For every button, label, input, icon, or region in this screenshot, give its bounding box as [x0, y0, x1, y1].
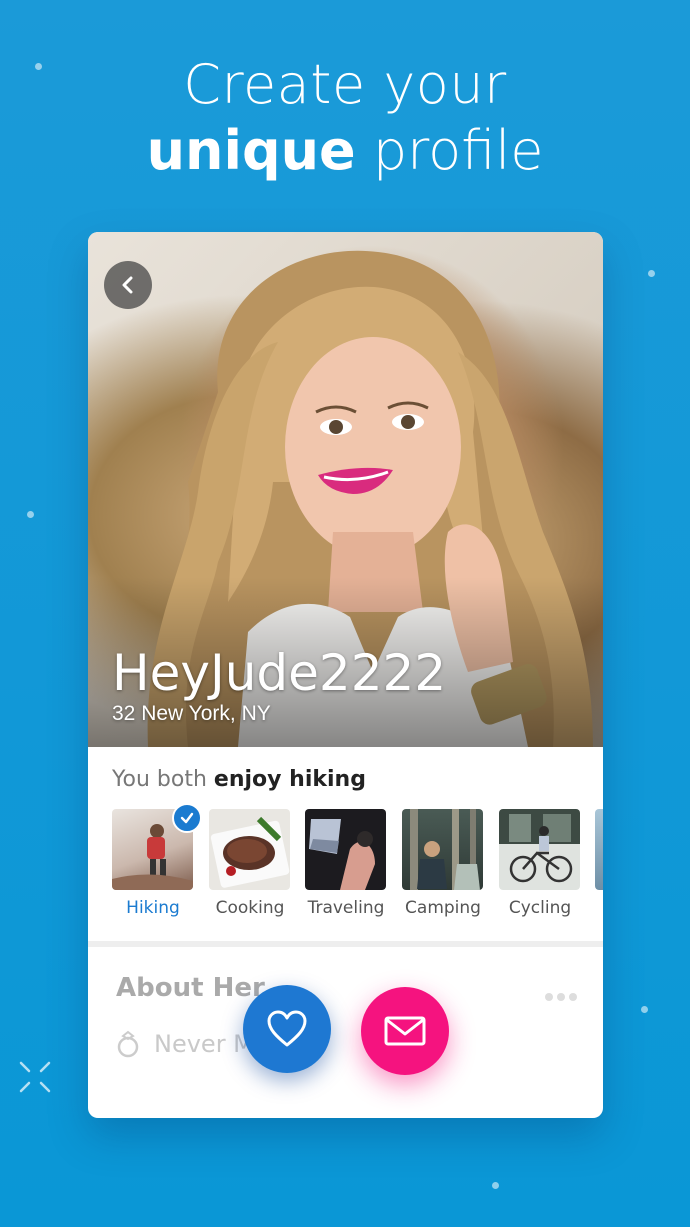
- decor-dot: [35, 63, 42, 70]
- interest-cooking[interactable]: Cooking: [209, 809, 291, 918]
- message-button[interactable]: [361, 987, 449, 1075]
- like-button[interactable]: [243, 985, 331, 1073]
- interests-row: Hiking Cooking Traveling Camping Cycling: [112, 803, 603, 924]
- relationship-status-row: Never M: [116, 1030, 254, 1058]
- interest-label: Hiking: [126, 898, 180, 918]
- back-button[interactable]: [104, 261, 152, 309]
- headline-bold-word: unique: [146, 119, 356, 182]
- shared-interest-line: You both enjoy hiking: [112, 767, 366, 792]
- interest-cycling[interactable]: Cycling: [499, 809, 581, 918]
- interest-thumbnail: [209, 809, 290, 890]
- heart-icon: [267, 1010, 307, 1047]
- sparkle-icon: [19, 1061, 51, 1093]
- headline-line-1: Create your: [183, 53, 507, 116]
- cycling-image: [499, 809, 580, 883]
- more-options-icon[interactable]: [545, 988, 581, 1006]
- envelope-icon: [384, 1016, 426, 1046]
- camping-image: [410, 809, 480, 890]
- profile-card: HeyJude2222 32 New York, NY You both enj…: [88, 232, 603, 1118]
- interest-hiking[interactable]: Hiking: [112, 803, 202, 918]
- check-icon: [172, 803, 202, 833]
- shared-interest-prefix: You both: [112, 767, 207, 792]
- interest-camping[interactable]: Camping: [402, 809, 484, 918]
- interest-label: Camping: [405, 898, 481, 918]
- travel-image: [309, 819, 375, 890]
- chevron-left-icon: [122, 276, 133, 294]
- decor-dot: [641, 1006, 648, 1013]
- interest-thumbnail: [595, 809, 603, 890]
- headline-line-2: unique profile: [0, 118, 690, 184]
- interest-label: Cycling: [508, 898, 572, 918]
- decor-dot: [27, 511, 34, 518]
- about-section-title: About Her: [116, 973, 265, 1003]
- interest-label: Cooking: [215, 898, 285, 918]
- profile-photo[interactable]: HeyJude2222 32 New York, NY: [88, 232, 603, 747]
- decor-dot: [648, 270, 655, 277]
- profile-location: 32 New York, NY: [112, 702, 271, 725]
- interest-thumbnail: [499, 809, 580, 890]
- section-divider: [88, 941, 603, 947]
- interest-thumbnail: [402, 809, 483, 890]
- interest-label: Traveling: [307, 898, 385, 918]
- shared-interest-activity: enjoy hiking: [213, 767, 366, 792]
- food-image: [210, 816, 290, 888]
- interest-traveling[interactable]: Traveling: [305, 809, 387, 918]
- ring-icon: [117, 1030, 139, 1058]
- headline: Create your unique profile: [0, 52, 690, 184]
- profile-username: HeyJude2222: [112, 644, 447, 702]
- headline-rest: profile: [372, 119, 544, 182]
- interest-partial[interactable]: [595, 809, 603, 890]
- decor-dot: [492, 1182, 499, 1189]
- interest-thumbnail: [305, 809, 386, 890]
- relationship-status-text: Never M: [154, 1030, 254, 1058]
